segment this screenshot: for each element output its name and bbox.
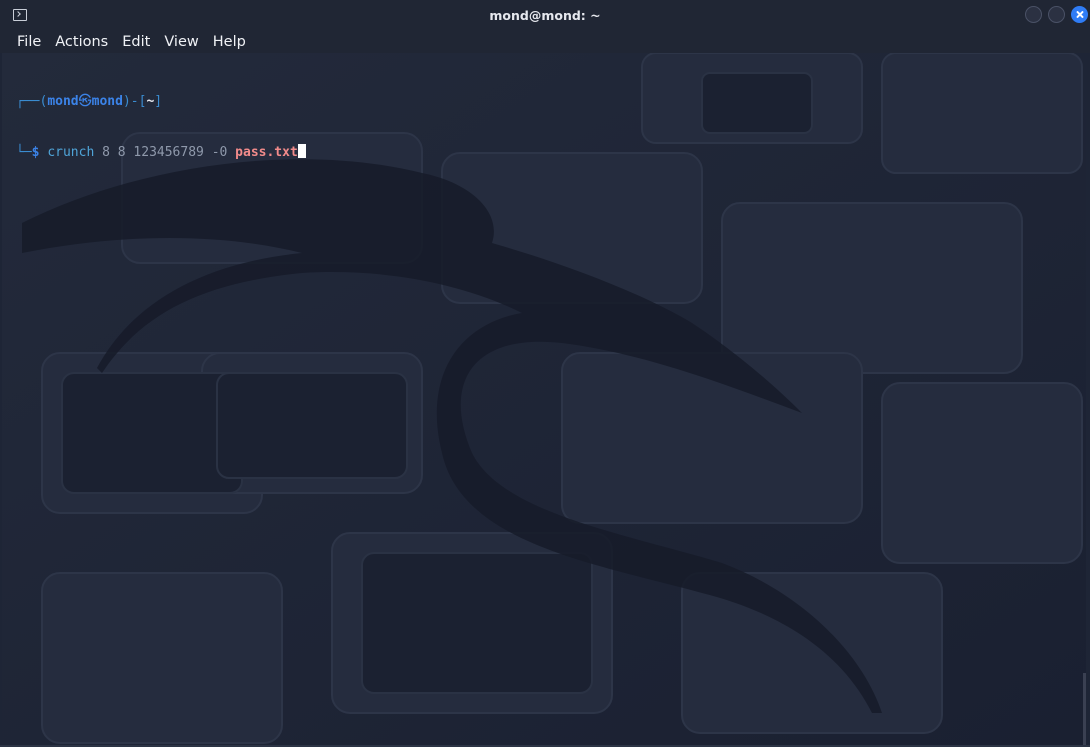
maximize-icon[interactable] (1048, 6, 1065, 23)
menu-help[interactable]: Help (206, 34, 253, 50)
terminal-window: mond@mond: ~ File Actions Edit View Help (0, 0, 1090, 747)
title-bar[interactable]: mond@mond: ~ (0, 0, 1090, 31)
terminal-output: ┌──(mond㉿mond)-[~] └─$ crunch 8 8 123456… (16, 59, 306, 195)
prompt-user: mond (47, 94, 79, 109)
menu-file[interactable]: File (10, 34, 48, 50)
menu-edit[interactable]: Edit (115, 34, 157, 50)
prompt-frame-bottom: └─ (16, 145, 32, 160)
command-args: 8 8 123456789 (102, 145, 204, 160)
menu-view[interactable]: View (157, 34, 205, 50)
minimize-icon[interactable] (1025, 6, 1042, 23)
window-title: mond@mond: ~ (489, 8, 601, 23)
command-filename: pass.txt (235, 145, 298, 160)
window-controls (1025, 6, 1088, 23)
prompt-dollar: $ (31, 145, 40, 160)
prompt-frame-mid: )-[ (122, 94, 147, 109)
prompt-host: mond (91, 94, 123, 109)
menu-bar: File Actions Edit View Help (0, 31, 1090, 53)
prompt-line-1: ┌──(mond㉿mond)-[~] (16, 93, 306, 110)
terminal-area[interactable]: ┌──(mond㉿mond)-[~] └─$ crunch 8 8 123456… (2, 53, 1086, 745)
menu-actions[interactable]: Actions (48, 34, 115, 50)
terminal-icon[interactable] (13, 9, 27, 21)
command-flag: -0 (211, 145, 228, 160)
prompt-line-2: └─$ crunch 8 8 123456789 -0 pass.txt (16, 144, 306, 161)
command-name: crunch (47, 145, 95, 160)
prompt-at: ㉿ (78, 94, 92, 109)
prompt-frame: ┌──( (16, 94, 48, 109)
prompt-frame-close: ] (154, 94, 163, 109)
scrollbar[interactable] (1083, 673, 1086, 745)
close-icon[interactable] (1071, 6, 1088, 23)
text-cursor (297, 144, 306, 158)
